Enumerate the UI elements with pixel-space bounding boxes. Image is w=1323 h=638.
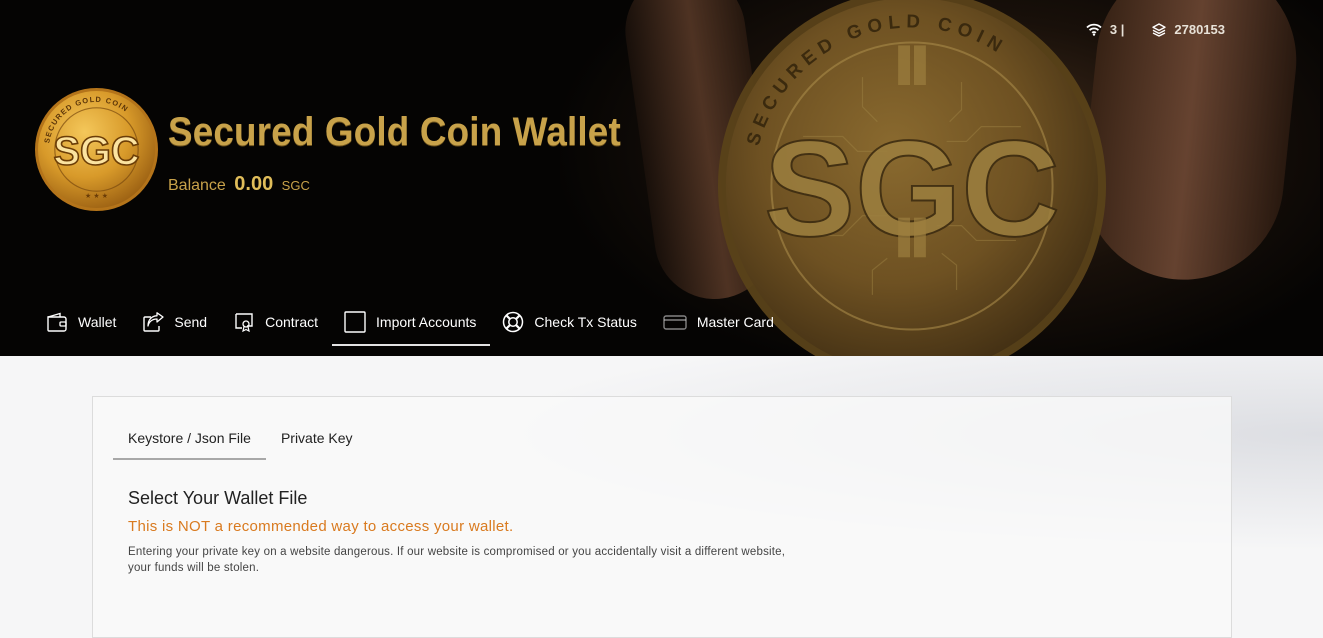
- wallet-icon: [47, 312, 67, 332]
- app-title: Secured Gold Coin Wallet: [168, 110, 621, 154]
- peer-count: 3 |: [1086, 22, 1124, 37]
- main-nav: Wallet Send Contract Import Accounts Che…: [34, 300, 788, 346]
- security-warning: This is NOT a recommended way to access …: [128, 518, 514, 535]
- card-icon: [663, 315, 687, 330]
- nav-item-check-tx-status[interactable]: Check Tx Status: [490, 300, 650, 346]
- peer-count-value: 3 |: [1109, 22, 1125, 37]
- nav-item-label: Import Accounts: [376, 314, 477, 330]
- nav-item-label: Master Card: [696, 314, 774, 330]
- security-warning-detail: Entering your private key on a website d…: [128, 546, 786, 574]
- nav-item-label: Check Tx Status: [534, 314, 637, 330]
- logo-letters: SGC: [54, 129, 140, 173]
- import-method-tabs: Keystore / Json File Private Key: [113, 421, 368, 460]
- nav-item-master-card[interactable]: Master Card: [651, 300, 788, 346]
- nav-item-wallet[interactable]: Wallet: [34, 300, 130, 346]
- nav-item-contract[interactable]: Contract: [221, 300, 332, 346]
- balance-unit: SGC: [281, 178, 310, 193]
- balance-display: Balance 0.00 SGC: [168, 173, 310, 196]
- wallet-header: SECURED GOLD COIN SGC 3 | 2780153 SECURE…: [0, 0, 1323, 356]
- nav-item-label: Contract: [265, 314, 319, 330]
- nav-item-send[interactable]: Send: [130, 300, 221, 346]
- nav-item-import-accounts[interactable]: Import Accounts: [332, 300, 491, 346]
- tab-keystore-json-file[interactable]: Keystore / Json File: [113, 421, 266, 460]
- lifebuoy-icon: [503, 311, 524, 333]
- balance-amount: 0.00: [234, 173, 274, 195]
- contract-icon: [235, 313, 253, 332]
- import-accounts-panel: Keystore / Json File Private Key Select …: [92, 396, 1232, 638]
- svg-text:★ ★ ★: ★ ★ ★: [85, 192, 108, 200]
- section-heading: Select Your Wallet File: [128, 488, 308, 508]
- share-icon: [143, 312, 165, 332]
- block-height-value: 2780153: [1174, 22, 1225, 37]
- import-icon: [344, 311, 366, 333]
- nav-item-label: Send: [174, 314, 208, 330]
- balance-label: Balance: [168, 177, 226, 194]
- wifi-icon: [1086, 23, 1102, 36]
- block-height: 2780153: [1152, 22, 1225, 37]
- hero-coin-letters: SGC: [764, 111, 1060, 264]
- sgc-logo: SECURED GOLD COIN SGC ★ ★ ★: [34, 87, 159, 212]
- network-status: 3 | 2780153: [1086, 22, 1225, 37]
- nav-item-label: Wallet: [78, 314, 117, 330]
- layers-icon: [1152, 22, 1167, 37]
- tab-private-key[interactable]: Private Key: [266, 421, 368, 460]
